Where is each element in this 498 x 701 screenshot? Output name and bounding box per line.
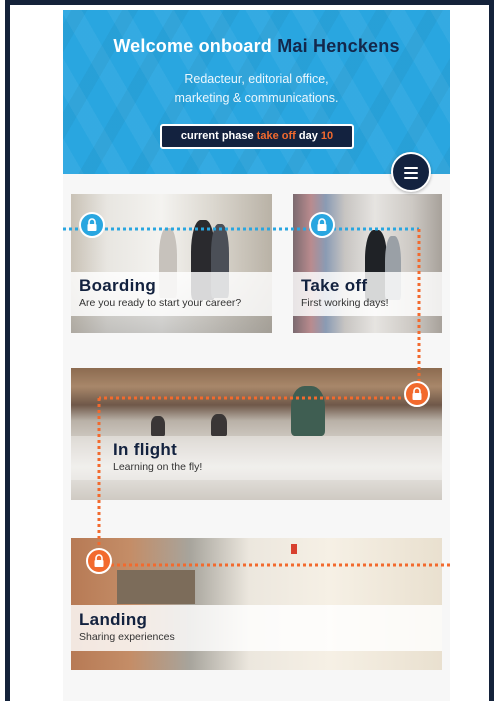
phase-subtitle: Learning on the fly! <box>113 461 203 473</box>
welcome-header: Welcome onboard Mai Henckens Redacteur, … <box>63 10 450 174</box>
phase-title: Boarding <box>79 276 157 295</box>
take-off-lock-icon[interactable] <box>309 212 335 238</box>
boarding-lock-icon[interactable] <box>79 212 105 238</box>
lock-icon <box>94 554 104 567</box>
day-number: 10 <box>320 130 334 142</box>
menu-bar <box>404 177 418 179</box>
day-label: day <box>298 130 318 142</box>
phase-prefix: current phase <box>180 130 254 142</box>
in-flight-photo-person <box>211 414 227 436</box>
in-flight-lock-icon[interactable] <box>404 381 430 407</box>
in-flight-photo <box>71 368 442 500</box>
role-line-2: marketing & communications. <box>174 91 339 105</box>
phase-subtitle: Are you ready to start your career? <box>79 297 242 309</box>
app-screen: Welcome onboard Mai Henckens Redacteur, … <box>63 10 450 701</box>
menu-bar <box>404 167 418 169</box>
in-flight-photo-person <box>151 416 165 436</box>
welcome-title: Welcome onboard Mai Henckens <box>63 36 450 57</box>
welcome-prefix: Welcome onboard <box>113 36 273 56</box>
phase-subtitle: First working days! <box>301 297 389 309</box>
take-off-caption: Take off First working days! <box>293 272 442 316</box>
menu-bar <box>404 172 418 174</box>
in-flight-caption: In flight Learning on the fly! <box>71 436 442 480</box>
in-flight-photo-person <box>291 386 325 436</box>
boarding-caption: Boarding Are you ready to start your car… <box>71 272 272 316</box>
phase-title: Landing <box>79 610 148 629</box>
lock-icon <box>317 218 327 231</box>
role-line-1: Redacteur, editorial office, <box>184 72 329 86</box>
phase-title: In flight <box>113 440 178 459</box>
hamburger-menu-icon[interactable] <box>391 152 431 192</box>
lock-icon <box>87 218 97 231</box>
landing-photo-sign <box>291 544 297 554</box>
landing-photo-window <box>117 570 195 604</box>
user-role: Redacteur, editorial office, marketing &… <box>63 70 450 108</box>
phase-title: Take off <box>301 276 368 295</box>
current-phase-badge: current phase take off day 10 <box>160 124 354 149</box>
landing-lock-icon[interactable] <box>86 548 112 574</box>
user-name: Mai Henckens <box>277 36 400 56</box>
phase-name: take off <box>256 130 296 142</box>
lock-icon <box>412 387 422 400</box>
landing-caption: Landing Sharing experiences <box>71 605 442 651</box>
phase-subtitle: Sharing experiences <box>79 631 175 643</box>
phase-card-landing[interactable]: Landing Sharing experiences <box>71 538 442 670</box>
phase-card-in-flight[interactable]: In flight Learning on the fly! <box>71 368 442 500</box>
